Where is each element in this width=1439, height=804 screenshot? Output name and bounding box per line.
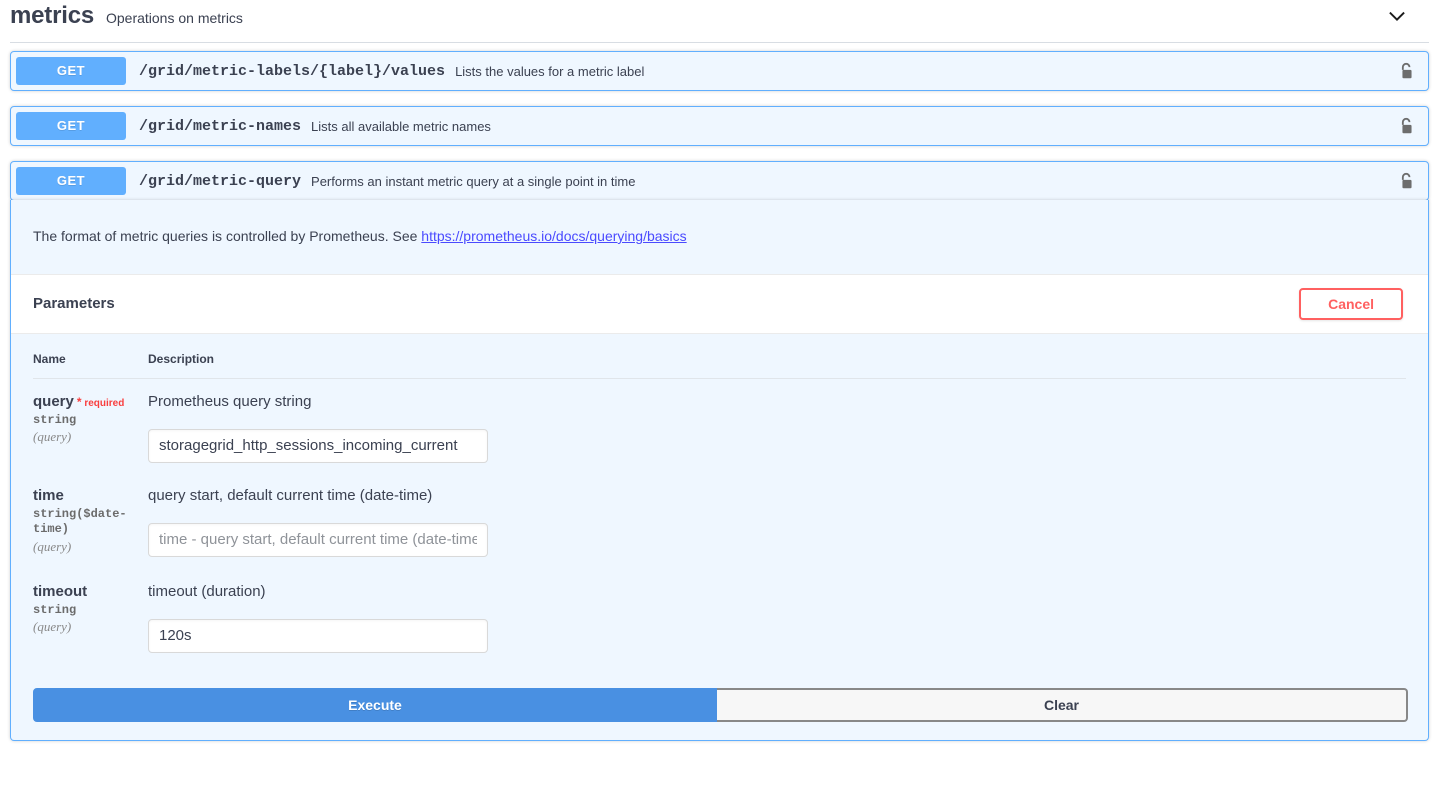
operation-path: /grid/metric-query xyxy=(139,172,302,190)
parameters-table: Name Description query * required string … xyxy=(33,333,1406,653)
unlocked-padlock-icon[interactable] xyxy=(1393,117,1419,136)
parameter-description-cell: timeout (duration) xyxy=(148,569,1406,653)
column-header-name: Name xyxy=(33,333,148,379)
operation-summary[interactable]: GET /grid/metric-names Lists all availab… xyxy=(11,107,1428,145)
parameter-name-cell: query * required string (query) xyxy=(33,378,148,473)
unlocked-padlock-icon[interactable] xyxy=(1393,62,1419,81)
operation-description: The format of metric queries is controll… xyxy=(11,200,1428,274)
operation-metric-labels-values[interactable]: GET /grid/metric-labels/{label}/values L… xyxy=(10,51,1429,91)
cancel-button[interactable]: Cancel xyxy=(1299,287,1403,320)
execute-clear-bar: Execute Clear xyxy=(11,653,1428,740)
parameter-description-cell: query start, default current time (date-… xyxy=(148,473,1406,569)
operation-summary-text: Lists all available metric names xyxy=(311,118,491,134)
operation-path: /grid/metric-names xyxy=(139,117,302,135)
parameters-table-wrap: Name Description query * required string … xyxy=(11,333,1428,653)
required-star: * xyxy=(76,394,82,409)
table-row: time string($date-time) (query) query st… xyxy=(33,473,1406,569)
tag-header: metrics Operations on metrics xyxy=(0,0,1439,32)
unlocked-padlock-icon[interactable] xyxy=(1393,172,1419,191)
clear-button[interactable]: Clear xyxy=(717,687,1408,722)
time-input[interactable] xyxy=(148,522,488,557)
operation-metric-query[interactable]: GET /grid/metric-query Performs an insta… xyxy=(10,161,1429,201)
http-method-badge: GET xyxy=(16,57,126,85)
parameter-description: timeout (duration) xyxy=(148,582,266,600)
operation-description-text: The format of metric queries is controll… xyxy=(33,228,422,244)
parameter-location: (query) xyxy=(33,429,72,445)
parameter-description: Prometheus query string xyxy=(148,392,312,410)
table-row: query * required string (query) Prometheu… xyxy=(33,378,1406,473)
prometheus-docs-link[interactable]: https://prometheus.io/docs/querying/basi… xyxy=(421,228,686,244)
operation-metric-names[interactable]: GET /grid/metric-names Lists all availab… xyxy=(10,106,1429,146)
http-method-badge: GET xyxy=(16,112,126,140)
http-method-badge: GET xyxy=(16,167,126,195)
timeout-input[interactable] xyxy=(148,618,488,653)
parameter-location: (query) xyxy=(33,538,72,554)
table-header-row: Name Description xyxy=(33,333,1406,379)
parameter-name: query xyxy=(33,392,74,410)
parameters-title: Parameters xyxy=(33,295,115,313)
parameter-type: string xyxy=(33,412,77,427)
parameters-header: Parameters Cancel xyxy=(11,273,1428,334)
table-row: timeout string (query) timeout (duration… xyxy=(33,569,1406,653)
operation-detail-panel: The format of metric queries is controll… xyxy=(10,200,1429,741)
required-marker: * required xyxy=(76,394,125,409)
operation-summary[interactable]: GET /grid/metric-query Performs an insta… xyxy=(11,162,1428,200)
parameter-type: string xyxy=(33,602,77,617)
operation-summary-text: Lists the values for a metric label xyxy=(455,63,645,79)
operation-summary[interactable]: GET /grid/metric-labels/{label}/values L… xyxy=(11,52,1428,90)
parameter-description: query start, default current time (date-… xyxy=(148,486,433,504)
parameter-name-cell: timeout string (query) xyxy=(33,569,148,653)
required-label: required xyxy=(84,397,125,409)
execute-button[interactable]: Execute xyxy=(33,687,717,722)
page-title: metrics xyxy=(10,2,94,29)
tag-description: Operations on metrics xyxy=(105,9,243,26)
parameter-name-cell: time string($date-time) (query) xyxy=(33,473,148,569)
query-input[interactable] xyxy=(148,428,488,463)
parameter-type: string($date-time) xyxy=(33,506,127,537)
column-header-description: Description xyxy=(148,333,1406,379)
operations-list: GET /grid/metric-labels/{label}/values L… xyxy=(0,43,1439,201)
parameter-name: time xyxy=(33,486,64,504)
parameter-location: (query) xyxy=(33,619,72,635)
parameter-name: timeout xyxy=(33,582,88,600)
parameter-description-cell: Prometheus query string xyxy=(148,378,1406,473)
operation-path: /grid/metric-labels/{label}/values xyxy=(139,62,446,80)
operation-summary-text: Performs an instant metric query at a si… xyxy=(311,173,636,189)
chevron-down-icon[interactable] xyxy=(1383,2,1411,30)
